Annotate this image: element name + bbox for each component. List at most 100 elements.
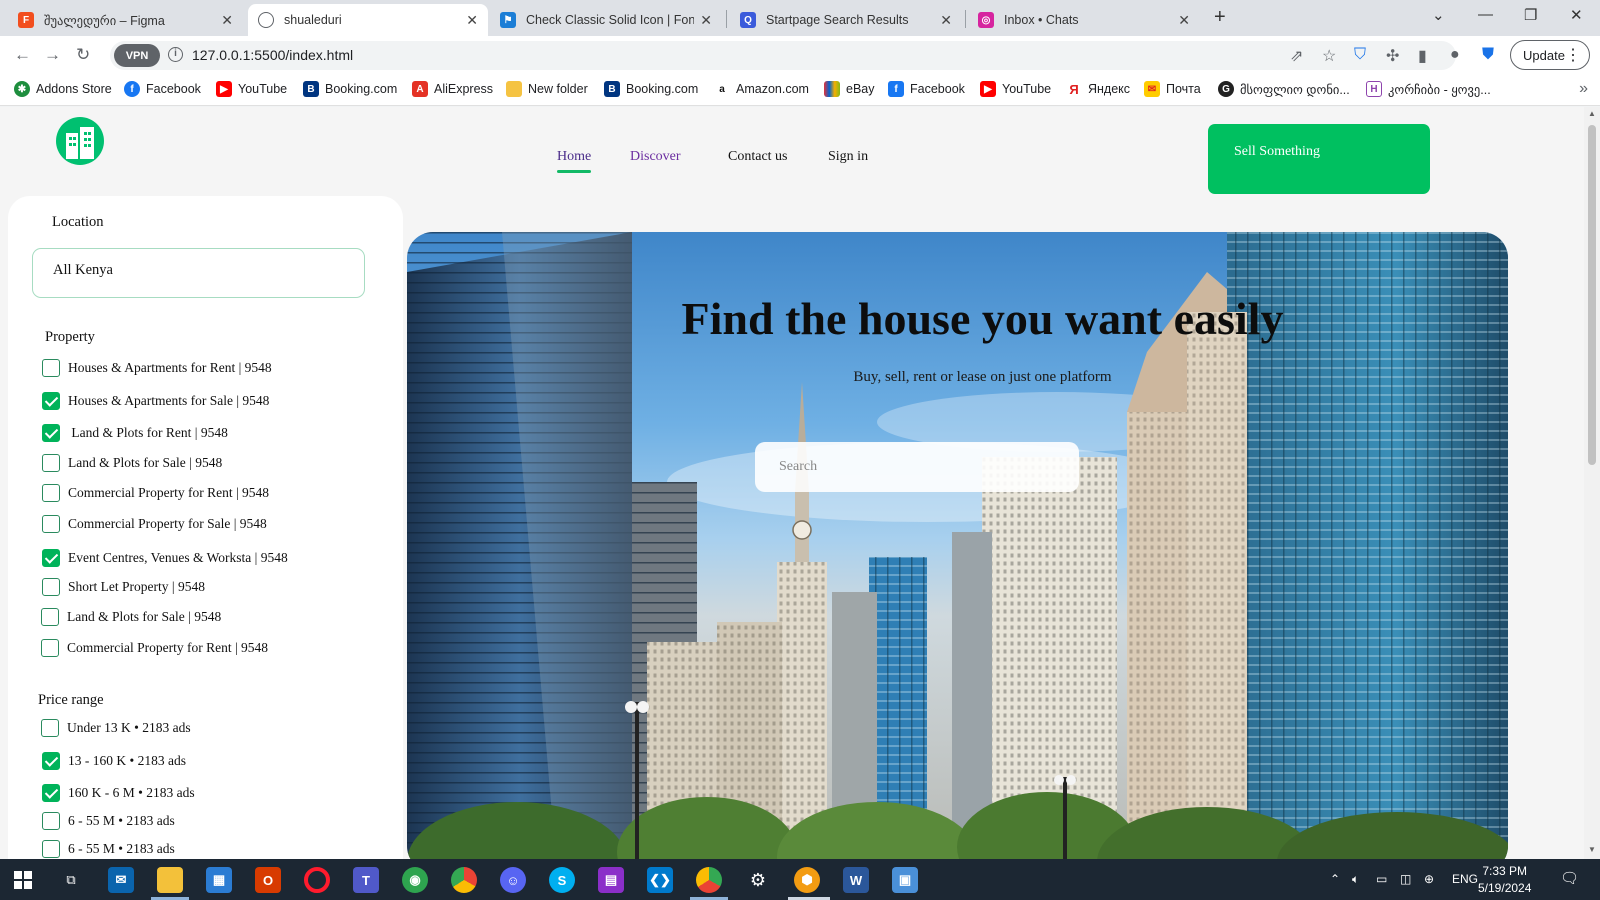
checkbox[interactable]	[41, 639, 59, 657]
tab-font-awesome[interactable]: ⚑ Check Classic Solid Icon | Font A ✕	[490, 4, 722, 36]
checkbox[interactable]	[42, 454, 60, 472]
volume-icon[interactable]: 🔈︎	[1352, 872, 1359, 887]
close-icon[interactable]: ✕	[221, 12, 233, 29]
bookmark-youtube[interactable]: ▶ YouTube	[980, 81, 1051, 97]
omnibox[interactable]: VPN i 127.0.0.1:5500/index.html ⇗ ☆	[110, 41, 1456, 70]
price-filter[interactable]: 6 - 55 M • 2183 ads	[42, 812, 175, 830]
restore-button[interactable]: ❐	[1524, 6, 1537, 24]
checkbox-checked[interactable]	[42, 424, 60, 442]
minimize-button[interactable]: —	[1478, 6, 1493, 23]
opera-icon[interactable]	[304, 867, 330, 893]
price-filter[interactable]: 160 K - 6 M • 2183 ads	[42, 784, 195, 802]
checkbox[interactable]	[42, 359, 60, 377]
battery-icon[interactable]: ▭	[1376, 872, 1387, 886]
task-view-icon[interactable]: ⧉	[58, 867, 84, 893]
bookmark-addons-store[interactable]: ✱ Addons Store	[14, 81, 112, 97]
security-icon[interactable]: ⛊	[1482, 46, 1494, 64]
property-filter[interactable]: Commercial Property for Rent | 9548	[42, 484, 269, 502]
skype-icon[interactable]: S	[549, 867, 575, 893]
checkbox[interactable]	[42, 840, 60, 858]
property-filter[interactable]: Houses & Apartments for Sale | 9548	[42, 392, 269, 410]
property-filter[interactable]: Short Let Property | 9548	[42, 578, 205, 596]
checkbox-checked[interactable]	[42, 784, 60, 802]
windows-start-icon[interactable]	[14, 871, 32, 889]
nav-home[interactable]: Home	[557, 149, 592, 173]
file-explorer-icon[interactable]	[157, 867, 183, 893]
globe-language-icon[interactable]: ⊕	[1424, 872, 1434, 886]
network-icon[interactable]: ◫	[1400, 872, 1411, 886]
language-indicator[interactable]: ENG	[1452, 872, 1478, 886]
forward-icon[interactable]: →	[44, 45, 61, 65]
bookmark-youtube[interactable]: ▶ YouTube	[216, 81, 287, 97]
page-scrollbar[interactable]: ▲ ▼	[1584, 107, 1600, 859]
checkbox[interactable]	[42, 812, 60, 830]
shield-icon[interactable]: ⛉	[1354, 46, 1366, 64]
tab-instagram[interactable]: ◎ Inbox • Chats ✕	[968, 4, 1200, 36]
bookmark-facebook[interactable]: f Facebook	[124, 81, 201, 97]
bookmark-site[interactable]: Gმსოფლიო დონი...	[1218, 81, 1350, 97]
tab-search-icon[interactable]: ⌄	[1432, 6, 1445, 24]
notification-icon[interactable]: 🗨︎	[1560, 869, 1579, 887]
location-select[interactable]: All Kenya	[32, 248, 365, 298]
checkbox[interactable]	[41, 719, 59, 737]
close-icon[interactable]: ✕	[940, 12, 952, 29]
app-icon[interactable]: ▣	[892, 867, 918, 893]
new-tab-button[interactable]: +	[1214, 6, 1226, 29]
office-icon[interactable]: O	[255, 867, 281, 893]
close-icon[interactable]: ✕	[700, 12, 712, 29]
update-button[interactable]: Update ⋮	[1510, 40, 1590, 70]
tab-figma[interactable]: F შუალედური – Figma ✕	[8, 4, 243, 36]
property-filter[interactable]: Land & Plots for Sale | 9548	[42, 454, 222, 472]
microsoft-store-icon[interactable]: ▦	[206, 867, 232, 893]
mail-app-icon[interactable]: ✉	[108, 867, 134, 893]
checkbox-checked[interactable]	[42, 549, 60, 567]
nav-discover[interactable]: Discover	[630, 149, 681, 165]
checkbox[interactable]	[41, 608, 59, 626]
info-icon[interactable]: i	[168, 47, 183, 62]
bookmark-amazon[interactable]: a Amazon.com	[714, 81, 809, 97]
close-window-button[interactable]: ✕	[1570, 6, 1583, 24]
scroll-thumb[interactable]	[1588, 125, 1596, 465]
bookmark-new-folder[interactable]: New folder	[506, 81, 588, 97]
side-panel-icon[interactable]: ▮	[1418, 46, 1427, 66]
property-filter[interactable]: Land & Plots for Sale | 9548	[41, 608, 221, 626]
back-icon[interactable]: ←	[14, 45, 31, 65]
checkbox-checked[interactable]	[42, 752, 60, 770]
close-icon[interactable]: ✕	[1178, 12, 1190, 29]
profile-icon[interactable]: ●	[1450, 46, 1460, 64]
property-filter[interactable]: Event Centres, Venues & Worksta | 9548	[42, 549, 288, 567]
close-icon[interactable]: ✕	[466, 12, 478, 29]
chrome-profile-icon[interactable]	[696, 867, 722, 893]
checkbox-checked[interactable]	[42, 392, 60, 410]
site-logo[interactable]	[56, 117, 104, 165]
share-icon[interactable]: ⇗	[1290, 46, 1303, 66]
extensions-icon[interactable]: ✣	[1386, 46, 1399, 66]
bookmark-ebay[interactable]: eBay	[824, 81, 875, 97]
scroll-down-icon[interactable]: ▼	[1588, 845, 1596, 854]
vpn-badge[interactable]: VPN	[114, 44, 160, 67]
sell-something-button[interactable]: Sell Something	[1208, 124, 1430, 194]
price-filter[interactable]: 13 - 160 K • 2183 ads	[42, 752, 186, 770]
more-bookmarks-icon[interactable]: »	[1579, 80, 1588, 98]
property-filter[interactable]: Land & Plots for Rent | 9548	[42, 424, 228, 442]
url-text[interactable]: 127.0.0.1:5500/index.html	[192, 47, 353, 63]
reload-icon[interactable]: ↻	[76, 45, 90, 65]
checkbox[interactable]	[42, 515, 60, 533]
show-hidden-icons[interactable]: ⌃	[1330, 872, 1340, 886]
teams-icon[interactable]: T	[353, 867, 379, 893]
maps-icon[interactable]: ◉	[402, 867, 428, 893]
checkbox[interactable]	[42, 484, 60, 502]
bookmark-facebook[interactable]: f Facebook	[888, 81, 965, 97]
search-input[interactable]	[755, 442, 1079, 492]
winrar-icon[interactable]: ▤	[598, 867, 624, 893]
bookmark-booking[interactable]: B Booking.com	[303, 81, 397, 97]
scroll-up-icon[interactable]: ▲	[1588, 109, 1596, 118]
bookmark-star-icon[interactable]: ☆	[1322, 46, 1336, 66]
bookmark-aliexpress[interactable]: A AliExpress	[412, 81, 493, 97]
price-filter[interactable]: Under 13 K • 2183 ads	[41, 719, 191, 737]
clock[interactable]: 7:33 PM 5/19/2024	[1478, 863, 1531, 897]
nav-sign-in[interactable]: Sign in	[828, 149, 868, 165]
bookmark-booking[interactable]: B Booking.com	[604, 81, 698, 97]
menu-dots-icon[interactable]: ⋮	[1565, 45, 1581, 65]
checkbox[interactable]	[42, 578, 60, 596]
